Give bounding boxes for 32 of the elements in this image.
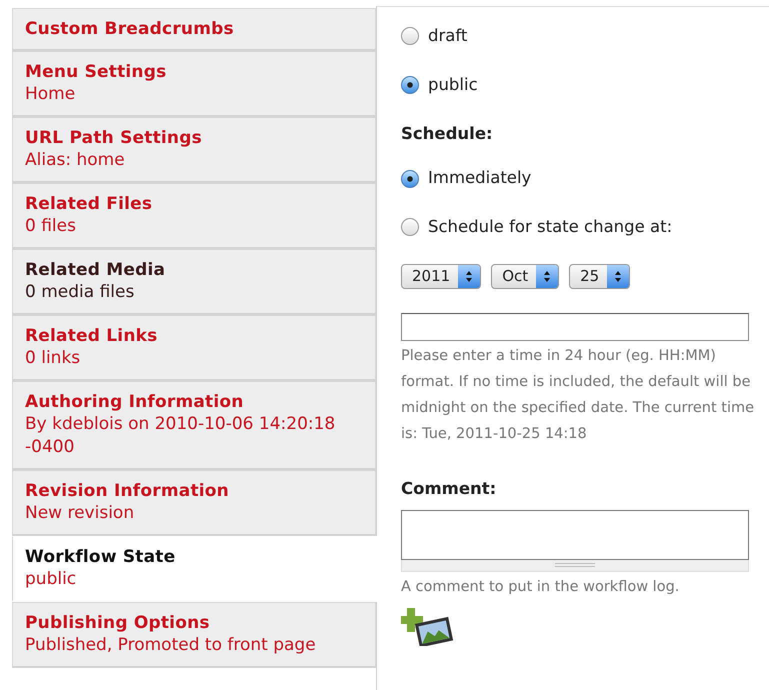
comment-field[interactable] [401, 510, 749, 560]
date-select[interactable]: Oct [491, 264, 560, 289]
vertical-tab[interactable]: Revision Information New revision [12, 470, 376, 536]
vertical-tab[interactable]: Custom Breadcrumbs [12, 8, 376, 51]
radio-button[interactable] [401, 27, 419, 46]
time-field[interactable] [401, 312, 749, 341]
schedule-label: Schedule: [401, 122, 494, 144]
vertical-tab[interactable]: Menu Settings Home [12, 51, 376, 117]
comment-label: Comment: [401, 478, 498, 500]
help-text: Please enter a time in 24 hour (eg. HH:MM) format. If no time is included, the default will be midnight on the specified date. The current time is: Tue, 2011-10-25 14:18 [401, 346, 756, 444]
vertical-tab[interactable]: Related Links 0 links [12, 315, 376, 381]
vertical-tab[interactable]: Publishing Options Published, Promoted to front page [12, 602, 376, 668]
help-text: A comment to put in the workflow log. [401, 578, 680, 596]
vertical-tab[interactable]: Workflow State public [12, 536, 377, 602]
date-select[interactable]: 25 [569, 264, 630, 289]
stepper-arrows-icon [614, 270, 622, 283]
vertical-tab[interactable]: URL Path Settings Alias: home [12, 117, 376, 183]
add-picture-icon[interactable] [401, 606, 455, 646]
radio-button[interactable] [401, 76, 419, 94]
radio-button[interactable] [401, 218, 419, 236]
vertical-tab[interactable]: Authoring Information By kdeblois on 2010-10-06 14:20:18 -0400 [12, 381, 376, 470]
date-select[interactable]: 2011 [401, 264, 482, 289]
radio-label[interactable]: Immediately [428, 166, 532, 191]
stepper-arrows-icon [465, 270, 474, 283]
resize-handle[interactable] [401, 560, 749, 572]
radio-button[interactable] [401, 170, 419, 188]
stepper-arrows-icon [543, 270, 552, 283]
vertical-tab[interactable]: Related Files 0 files [12, 183, 376, 249]
radio-label[interactable]: public [428, 72, 478, 98]
radio-label[interactable]: draft [428, 24, 468, 49]
vertical-tab[interactable]: Related Media 0 media files [12, 249, 376, 315]
radio-label[interactable]: Schedule for state change at: [428, 215, 672, 240]
